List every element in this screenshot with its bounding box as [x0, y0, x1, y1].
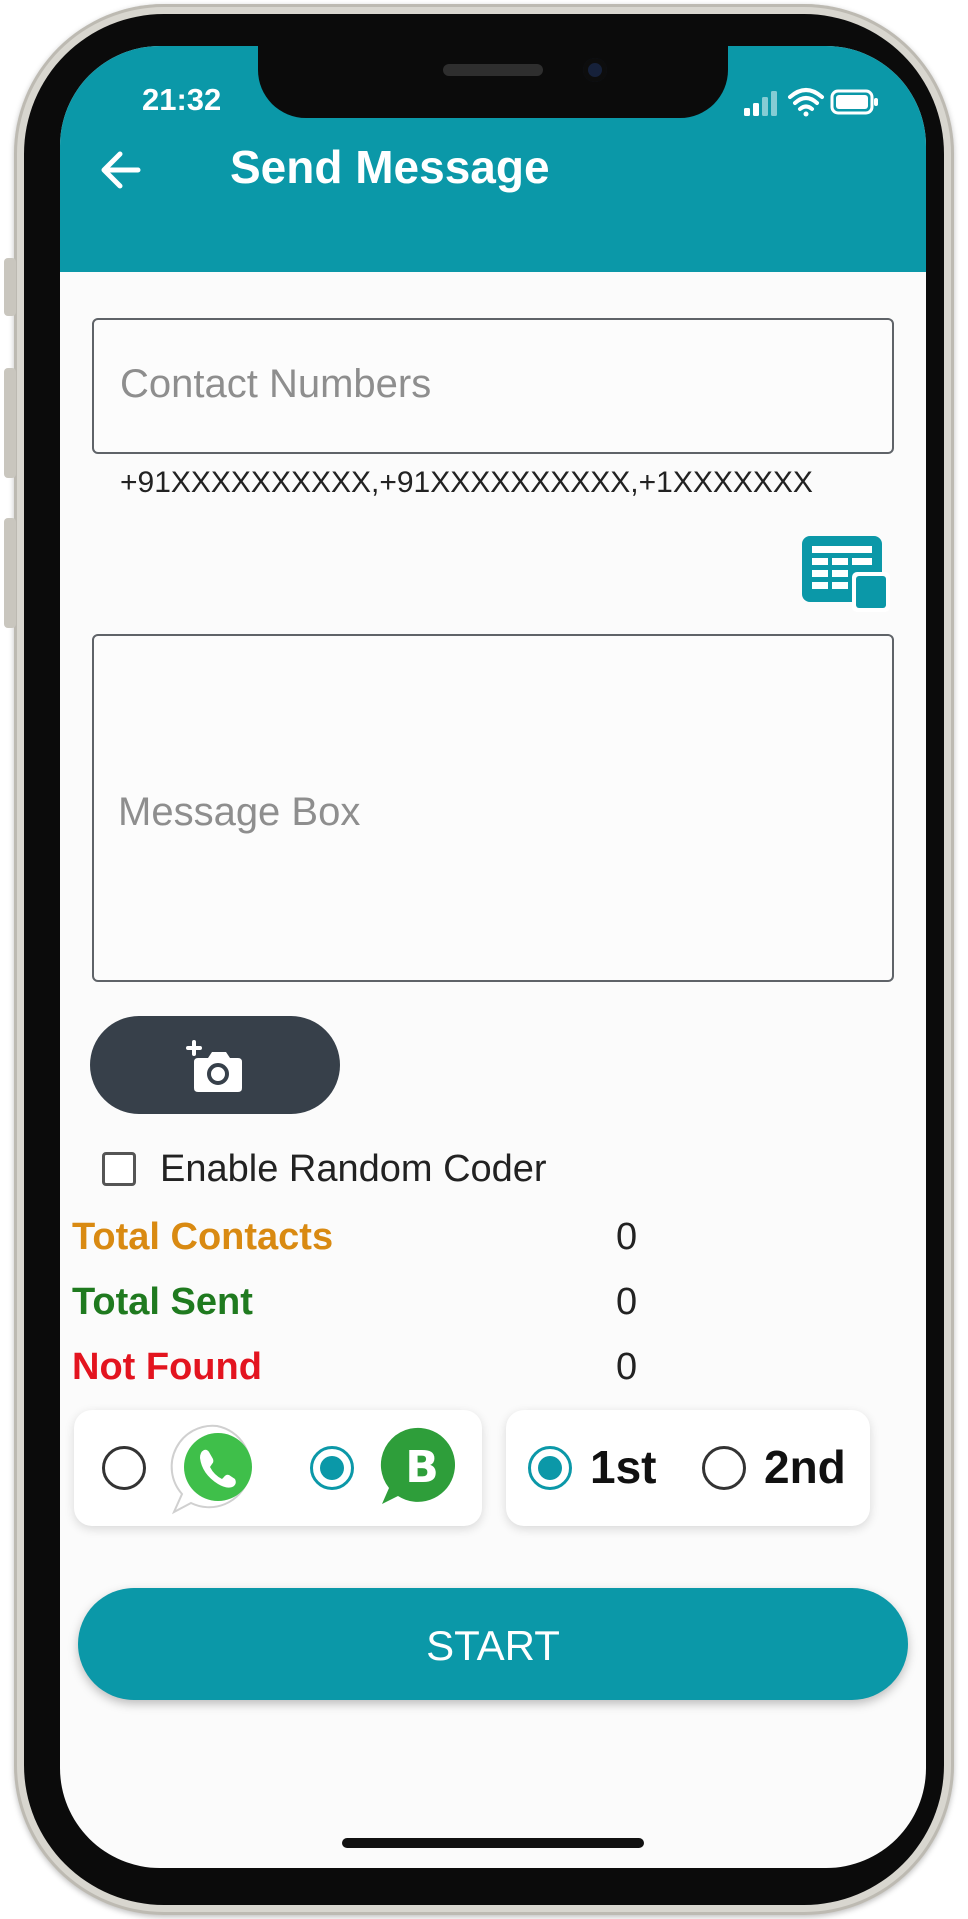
- svg-text:B: B: [405, 1442, 439, 1493]
- status-icons: [744, 88, 878, 117]
- whatsapp-business-radio[interactable]: [310, 1446, 354, 1490]
- home-indicator: [342, 1838, 644, 1848]
- attach-image-button[interactable]: [90, 1016, 340, 1114]
- spreadsheet-import-icon[interactable]: [800, 534, 892, 616]
- total-contacts-value: 0: [616, 1216, 638, 1258]
- app-screen: 21:32 Send Message Contact Numbers +91XX…: [60, 46, 926, 1868]
- start-button[interactable]: START: [78, 1588, 908, 1700]
- page-title: Send Message: [230, 141, 550, 193]
- contact-numbers-field[interactable]: Contact Numbers: [92, 318, 894, 454]
- arrow-left-icon[interactable]: [94, 142, 150, 198]
- message-box-placeholder: Message Box: [118, 790, 361, 834]
- not-found-label: Not Found: [72, 1346, 262, 1388]
- contact-numbers-helper: +91XXXXXXXXXX,+91XXXXXXXXXX,+1XXXXXXX: [120, 466, 813, 499]
- mute-switch: [4, 258, 16, 316]
- earpiece-speaker: [443, 64, 543, 76]
- start-button-label: START: [426, 1622, 560, 1669]
- total-sent-value: 0: [616, 1281, 638, 1323]
- wifi-icon: [788, 88, 824, 117]
- random-coder-checkbox[interactable]: [102, 1152, 136, 1186]
- total-contacts-label: Total Contacts: [72, 1216, 334, 1258]
- notch: [258, 46, 728, 118]
- app-selector-card: B: [74, 1410, 482, 1526]
- add-photo-camera-icon: [186, 1040, 242, 1092]
- status-time: 21:32: [142, 82, 222, 117]
- not-found-value: 0: [616, 1346, 638, 1388]
- sim-selector-card: 1st 2nd: [506, 1410, 870, 1526]
- total-sent-label: Total Sent: [72, 1281, 253, 1323]
- front-camera: [583, 58, 607, 82]
- battery-icon: [830, 89, 878, 115]
- sim-2nd-label: 2nd: [764, 1441, 846, 1493]
- volume-up-button: [4, 368, 16, 478]
- whatsapp-icon: [170, 1424, 252, 1515]
- whatsapp-radio[interactable]: [102, 1446, 146, 1490]
- app-bar: 21:32 Send Message: [60, 46, 926, 272]
- sim-2nd-radio[interactable]: [702, 1446, 746, 1490]
- message-box-field[interactable]: Message Box: [92, 634, 894, 982]
- volume-down-button: [4, 518, 16, 628]
- sim-1st-label: 1st: [590, 1441, 657, 1493]
- contact-numbers-placeholder: Contact Numbers: [120, 362, 432, 406]
- signal-icon: [744, 91, 777, 116]
- sim-1st-radio[interactable]: [528, 1446, 572, 1490]
- random-coder-label: Enable Random Coder: [160, 1148, 547, 1190]
- whatsapp-business-icon: B: [380, 1427, 456, 1504]
